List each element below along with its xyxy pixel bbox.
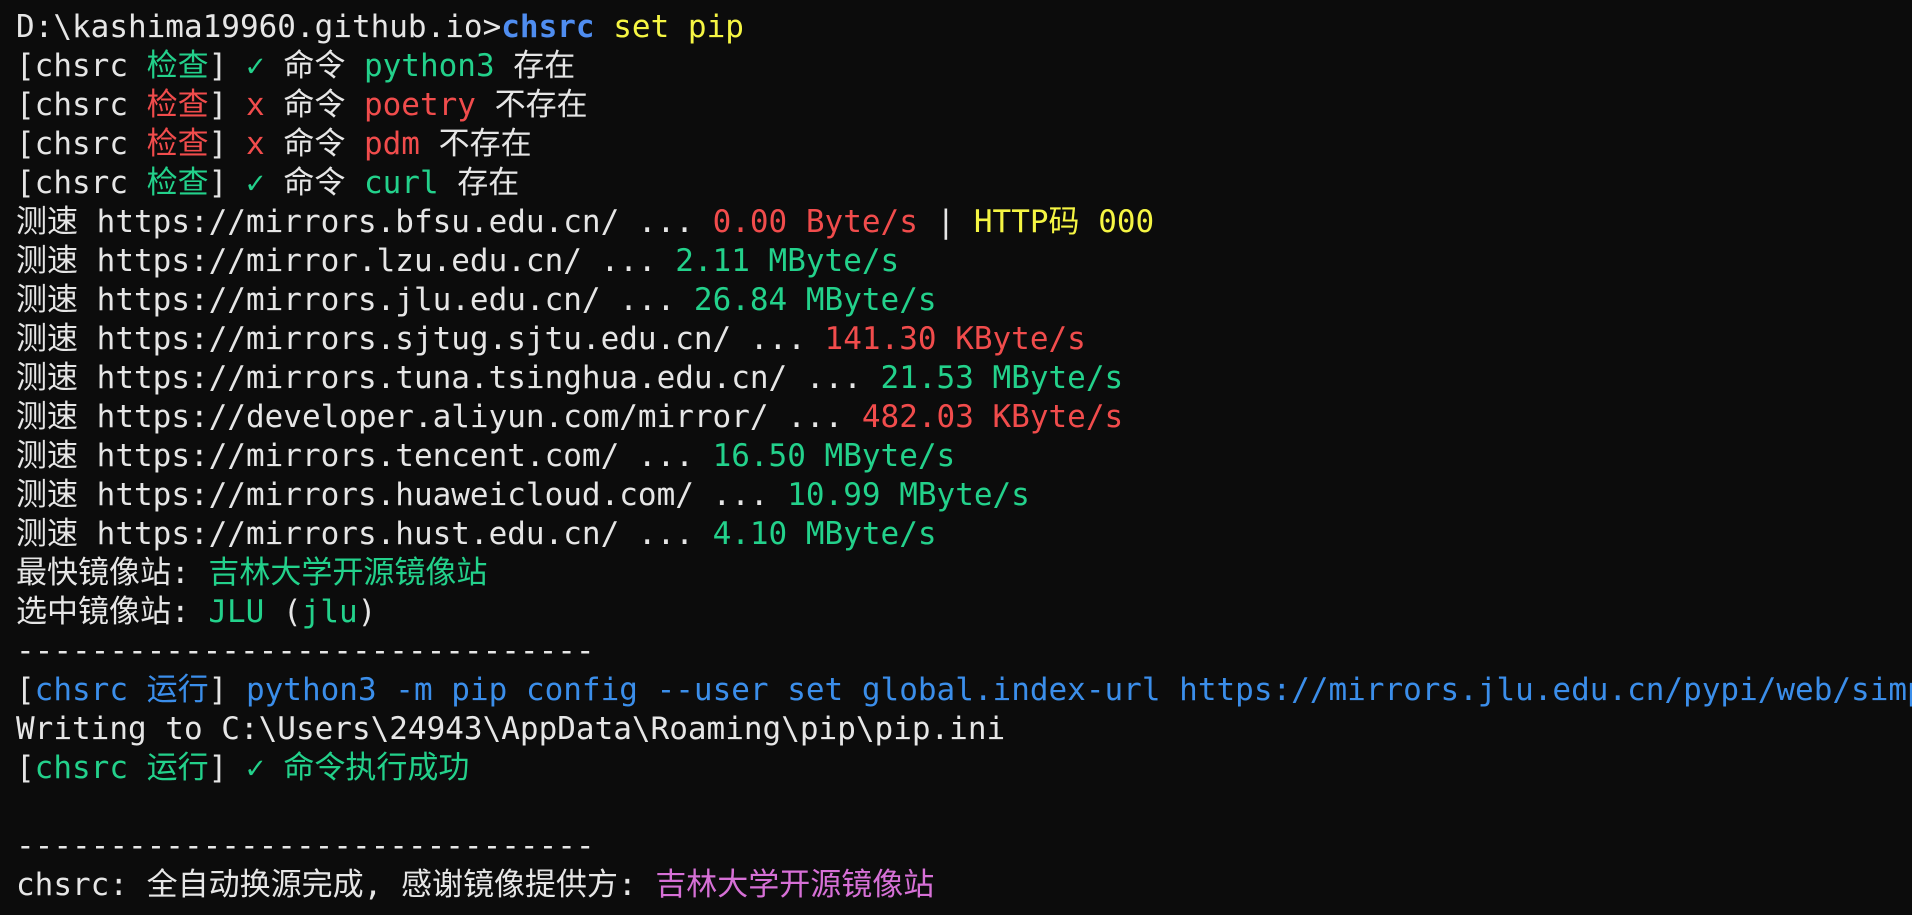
terminal-text: Writing to C:\Users\24943\AppData\Roamin… <box>16 711 1006 747</box>
terminal-text: 测速 https://mirrors.huaweicloud.com/ ... <box>16 477 788 513</box>
terminal-text: ] <box>208 750 246 786</box>
terminal-text: 不存在 <box>419 126 532 162</box>
terminal-text: 检查 <box>146 48 209 84</box>
terminal-text: pdm <box>363 126 420 162</box>
terminal-text: [chsrc <box>16 165 147 201</box>
terminal-text: 0.00 Byte/s <box>712 204 918 240</box>
terminal-line-speedtest-tencent: 测速 https://mirrors.tencent.com/ ... 16.5… <box>16 437 1912 476</box>
terminal-text: jlu <box>301 594 358 630</box>
terminal-window[interactable]: D:\kashima19960.github.io>chsrc set pip[… <box>0 0 1912 915</box>
terminal-text: 吉林大学开源镜像站 <box>655 867 935 903</box>
terminal-line-speedtest-tuna: 测速 https://mirrors.tuna.tsinghua.edu.cn/… <box>16 359 1912 398</box>
terminal-text: 吉林大学开源镜像站 <box>208 555 488 591</box>
terminal-text: 检查 <box>146 126 209 162</box>
terminal-text: 存在 <box>494 48 576 84</box>
terminal-text: x <box>245 87 265 123</box>
terminal-text: curl <box>363 165 439 201</box>
terminal-text: [chsrc <box>16 126 147 162</box>
terminal-line-speedtest-aliyun: 测速 https://developer.aliyun.com/mirror/ … <box>16 398 1912 437</box>
terminal-text: ] <box>208 87 246 123</box>
terminal-text: x <box>245 126 265 162</box>
terminal-line-check-poetry: [chsrc 检查] x 命令 poetry 不存在 <box>16 86 1912 125</box>
terminal-text: 检查 <box>146 87 209 123</box>
terminal-line-blank-line <box>16 788 1912 827</box>
terminal-line-speedtest-sjtug: 测速 https://mirrors.sjtug.sjtu.edu.cn/ ..… <box>16 320 1912 359</box>
terminal-line-selected-mirror: 选中镜像站: JLU (jlu) <box>16 593 1912 632</box>
terminal-line-run-command: [chsrc 运行] python3 -m pip config --user … <box>16 671 1912 710</box>
terminal-text: ✓ <box>245 48 265 84</box>
terminal-text: 测速 https://mirrors.bfsu.edu.cn/ ... <box>16 204 713 240</box>
terminal-line-writing-config: Writing to C:\Users\24943\AppData\Roamin… <box>16 710 1912 749</box>
terminal-text: 测速 https://mirrors.tencent.com/ ... <box>16 438 713 474</box>
terminal-line-speedtest-bfsu: 测速 https://mirrors.bfsu.edu.cn/ ... 0.00… <box>16 203 1912 242</box>
terminal-text: ] <box>208 126 246 162</box>
terminal-text: 命令 <box>264 165 364 201</box>
terminal-text: 命令 <box>264 126 364 162</box>
terminal-text: chsrc: 全自动换源完成, 感谢镜像提供方: <box>16 867 656 903</box>
terminal-text: 测速 https://mirror.lzu.edu.cn/ ... <box>16 243 676 279</box>
terminal-text: ) <box>357 594 377 630</box>
terminal-text: ✓ <box>245 165 265 201</box>
terminal-text: ✓ <box>245 750 265 786</box>
terminal-text: chsrc 运行 <box>34 750 209 786</box>
terminal-text: ] <box>208 48 246 84</box>
terminal-text: 4.10 MByte/s <box>712 516 937 552</box>
terminal-line-separator-2: ------------------------------- <box>16 827 1912 866</box>
terminal-text: JLU <box>208 594 265 630</box>
terminal-line-completion-message: chsrc: 全自动换源完成, 感谢镜像提供方: 吉林大学开源镜像站 <box>16 866 1912 905</box>
terminal-line-speedtest-hust: 测速 https://mirrors.hust.edu.cn/ ... 4.10… <box>16 515 1912 554</box>
terminal-text: 测速 https://developer.aliyun.com/mirror/ … <box>16 399 862 435</box>
terminal-text: 测速 https://mirrors.jlu.edu.cn/ ... <box>16 282 694 318</box>
terminal-text: 16.50 MByte/s <box>712 438 956 474</box>
terminal-line-run-success: [chsrc 运行] ✓ 命令执行成功 <box>16 749 1912 788</box>
terminal-text: 不存在 <box>475 87 588 123</box>
terminal-line-speedtest-jlu: 测速 https://mirrors.jlu.edu.cn/ ... 26.84… <box>16 281 1912 320</box>
terminal-text: python3 <box>363 48 495 84</box>
terminal-text: 26.84 MByte/s <box>693 282 937 318</box>
terminal-line-check-pdm: [chsrc 检查] x 命令 pdm 不存在 <box>16 125 1912 164</box>
terminal-text: ( <box>264 594 302 630</box>
terminal-text: 测速 https://mirrors.hust.edu.cn/ ... <box>16 516 713 552</box>
terminal-line-fastest-mirror: 最快镜像站: 吉林大学开源镜像站 <box>16 554 1912 593</box>
terminal-text: 测速 https://mirrors.tuna.tsinghua.edu.cn/… <box>16 360 881 396</box>
terminal-line-prompt-line: D:\kashima19960.github.io>chsrc set pip <box>16 8 1912 47</box>
terminal-text: 选中镜像站: <box>16 594 209 630</box>
terminal-text: 检查 <box>146 165 209 201</box>
terminal-text: 测速 https://mirrors.sjtug.sjtu.edu.cn/ ..… <box>16 321 825 357</box>
terminal-line-check-python3: [chsrc 检查] ✓ 命令 python3 存在 <box>16 47 1912 86</box>
terminal-text: 2.11 MByte/s <box>675 243 900 279</box>
terminal-line-speedtest-lzu: 测速 https://mirror.lzu.edu.cn/ ... 2.11 M… <box>16 242 1912 281</box>
terminal-text: 命令 <box>264 87 364 123</box>
terminal-text: poetry <box>363 87 476 123</box>
terminal-text: [ <box>16 750 35 786</box>
terminal-text: 最快镜像站: <box>16 555 209 591</box>
terminal-text: HTTP码 000 <box>973 204 1155 240</box>
terminal-text: 21.53 MByte/s <box>880 360 1124 396</box>
terminal-text: ------------------------------- <box>16 828 595 864</box>
terminal-text: D:\kashima19960.github.io> <box>16 9 502 45</box>
terminal-line-separator-1: ------------------------------- <box>16 632 1912 671</box>
terminal-text: python3 -m pip config --user set global.… <box>245 672 1912 708</box>
terminal-text: 命令 <box>264 48 364 84</box>
terminal-text: 141.30 KByte/s <box>824 321 1086 357</box>
terminal-text: ------------------------------- <box>16 633 595 669</box>
terminal-text: ] <box>208 672 246 708</box>
terminal-text: [ <box>16 672 35 708</box>
terminal-text: | <box>917 204 974 240</box>
terminal-line-check-curl: [chsrc 检查] ✓ 命令 curl 存在 <box>16 164 1912 203</box>
terminal-text: chsrc 运行 <box>34 672 209 708</box>
terminal-text: 存在 <box>438 165 520 201</box>
terminal-line-speedtest-huaweicloud: 测速 https://mirrors.huaweicloud.com/ ... … <box>16 476 1912 515</box>
terminal-text: [chsrc <box>16 87 147 123</box>
terminal-text: 482.03 KByte/s <box>861 399 1124 435</box>
terminal-text: 命令执行成功 <box>264 750 470 786</box>
terminal-text: [chsrc <box>16 48 147 84</box>
terminal-text: set pip <box>613 9 744 45</box>
terminal-text: ] <box>208 165 246 201</box>
terminal-text: 10.99 MByte/s <box>787 477 1030 513</box>
terminal-text: chsrc <box>501 9 595 45</box>
